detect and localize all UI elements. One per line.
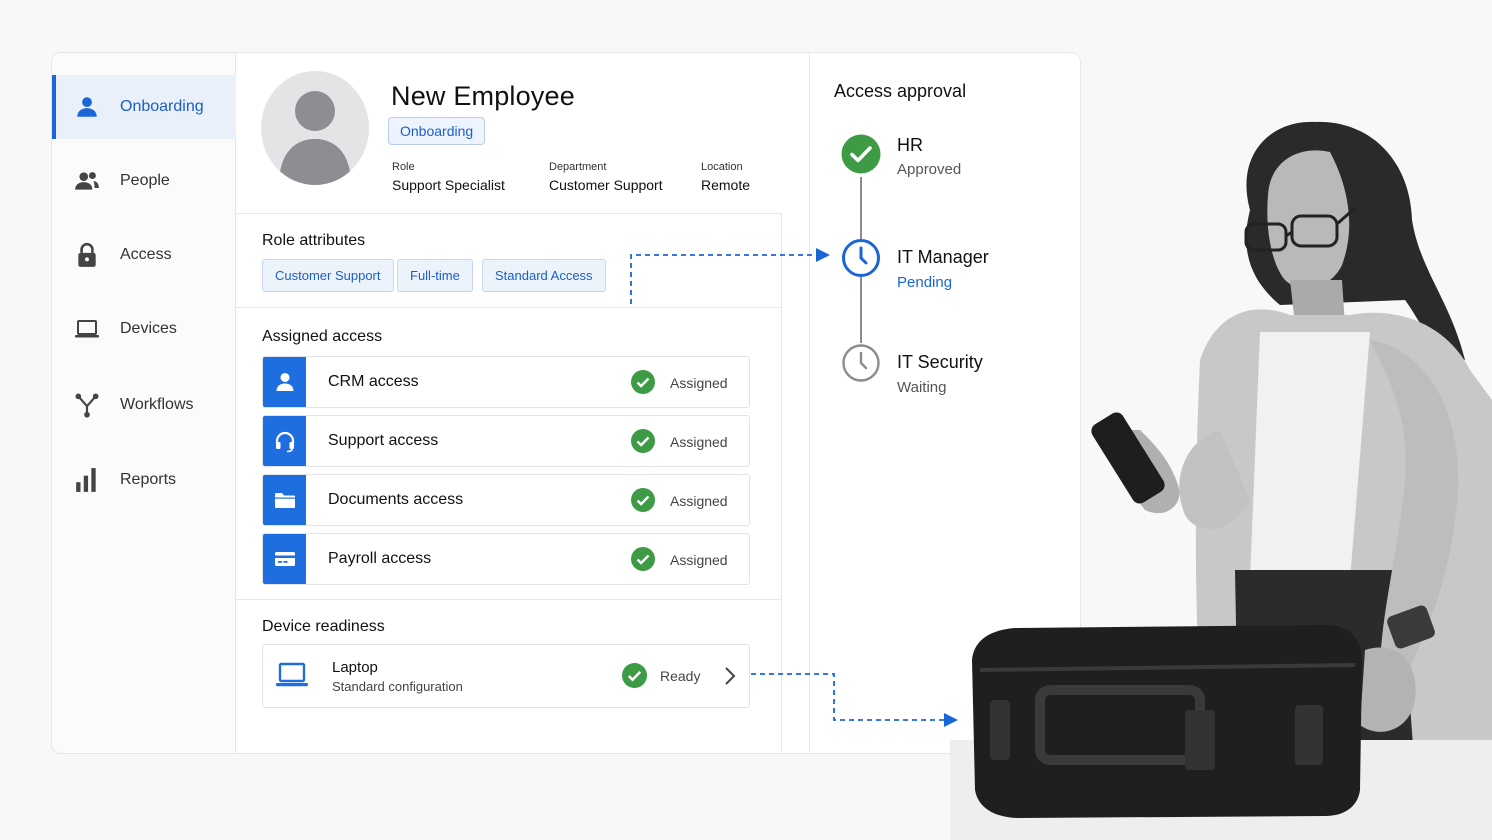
divider [236,599,782,600]
role-label: Role [392,161,415,173]
location-field: Location Remote [701,161,750,193]
sidebar-item-onboarding[interactable]: Onboarding [52,75,236,139]
device-subtitle: Standard configuration [332,679,463,694]
access-row-support[interactable]: Support access Assigned [262,415,750,467]
check-icon [631,488,655,512]
access-status: Assigned [670,552,728,568]
sidebar-item-label: Reports [120,471,177,488]
access-name: CRM access [328,373,419,390]
device-row-laptop[interactable]: Laptop Standard configuration Ready [262,644,750,708]
location-label: Location [701,161,743,173]
sidebar-item-label: Devices [120,320,177,337]
step-connector [860,177,862,239]
approval-title: Access approval [834,81,967,101]
device-readiness-title: Device readiness [262,618,385,635]
chevron-right-icon[interactable] [723,665,737,687]
card-icon [263,534,306,584]
attribute-chip[interactable]: Customer Support [262,259,394,292]
bar-chart-icon [74,467,100,493]
access-name: Support access [328,432,439,449]
sidebar-item-devices[interactable]: Devices [52,297,236,361]
sidebar-item-reports[interactable]: Reports [52,448,236,512]
avatar [261,71,369,185]
role-attributes-title: Role attributes [262,232,366,249]
access-row-documents[interactable]: Documents access Assigned [262,474,750,526]
divider [236,307,782,308]
sidebar-item-people[interactable]: People [52,149,236,213]
assigned-access-title: Assigned access [262,328,383,345]
onboarding-app: Onboarding People Access Devices Workflo… [51,52,1081,754]
access-row-crm[interactable]: CRM access Assigned [262,356,750,408]
attribute-chip[interactable]: Standard Access [482,259,606,292]
step-status: Waiting [897,379,947,396]
access-name: Payroll access [328,550,432,567]
person-icon [74,94,100,120]
step-connector [860,277,862,343]
sidebar: Onboarding People Access Devices Workflo… [52,53,236,753]
people-icon [74,168,100,194]
sidebar-item-label: People [120,172,170,189]
check-icon [631,547,655,571]
step-name: HR [897,135,923,155]
department-value: Customer Support [549,177,663,193]
step-status: Pending [897,274,953,291]
attribute-chip[interactable]: Full-time [397,259,473,292]
sidebar-item-access[interactable]: Access [52,223,236,287]
sidebar-item-label: Onboarding [120,98,204,115]
access-row-payroll[interactable]: Payroll access Assigned [262,533,750,585]
page-title: New Employee [391,81,575,111]
sidebar-item-workflows[interactable]: Workflows [52,373,236,437]
pending-clock-icon [842,239,880,277]
role-field: Role Support Specialist [392,161,505,193]
workflow-icon [74,392,100,418]
role-value: Support Specialist [392,177,505,193]
department-label: Department [549,161,607,173]
status-badge: Onboarding [388,117,486,145]
onboarding-details: Role attributes Customer Support Full-ti… [236,213,782,753]
device-status: Ready [660,668,701,684]
location-value: Remote [701,177,751,193]
department-field: Department Customer Support [549,161,663,193]
access-status: Assigned [670,434,728,450]
folder-icon [263,475,306,525]
lock-icon [74,242,100,268]
sidebar-item-label: Access [120,246,172,263]
access-status: Assigned [670,493,728,509]
check-icon [631,370,655,394]
device-name: Laptop [332,659,378,676]
waiting-clock-icon [842,344,880,382]
user-icon [263,357,306,407]
sidebar-item-label: Workflows [120,396,194,413]
access-status: Assigned [670,375,728,391]
headset-icon [263,416,306,466]
access-name: Documents access [328,491,464,508]
approved-check-icon [841,134,881,174]
check-icon [622,663,647,688]
laptop-icon [74,316,100,342]
check-icon [631,429,655,453]
laptop-icon [276,662,308,687]
employee-photo-illustration [950,121,1492,840]
